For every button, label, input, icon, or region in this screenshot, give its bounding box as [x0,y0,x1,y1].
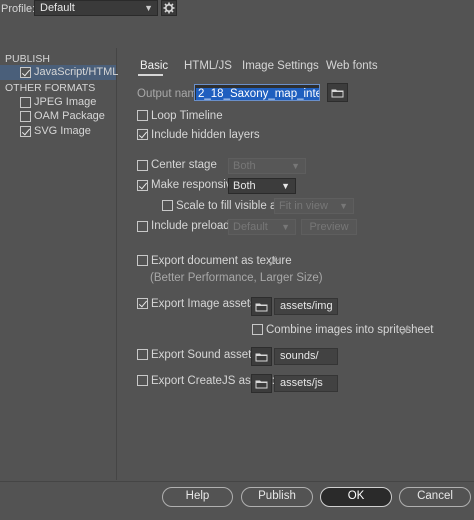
tab-image-settings[interactable]: Image Settings [242,60,319,72]
folder-icon [331,89,344,97]
scale-to-fill-select[interactable]: Fit in view ▼ [274,198,354,214]
include-preloader-checkbox[interactable] [137,221,148,232]
center-stage-label: Center stage [151,159,217,171]
loop-timeline-label: Loop Timeline [151,110,223,122]
output-browse-button[interactable] [327,83,348,102]
sidebar-item-label: JPEG Image [34,96,97,108]
chevron-down-icon: ▼ [291,161,300,171]
tab-basic[interactable]: Basic [140,60,168,72]
include-preloader-label: Include preloader [151,220,240,232]
export-texture-note: (Better Performance, Larger Size) [150,272,323,284]
make-responsive-checkbox[interactable] [137,180,148,191]
chevron-down-icon: ▼ [281,181,290,191]
output-name-value: 2_18_Saxony_map_interactive [196,88,319,100]
include-hidden-layers-label: Include hidden layers [151,129,260,141]
sidebar-item-javascript-html[interactable]: JavaScript/HTML [0,65,119,80]
wrench-icon[interactable] [268,255,280,267]
combine-spritesheet-checkbox[interactable] [252,324,263,335]
profile-settings-button[interactable] [161,0,177,16]
preloader-select[interactable]: Default ▼ [228,219,296,235]
center-stage-checkbox[interactable] [137,160,148,171]
export-createjs-path[interactable]: assets/js [274,375,338,392]
center-stage-select-value: Both [233,160,256,172]
tab-html-js[interactable]: HTML/JS [184,60,232,72]
publish-button[interactable]: Publish [241,487,313,507]
javascript-html-checkbox[interactable] [20,67,31,78]
tab-web-fonts[interactable]: Web fonts [326,60,378,72]
make-responsive-select-value: Both [233,180,256,192]
folder-icon [255,303,268,311]
include-hidden-layers-checkbox[interactable] [137,129,148,140]
sidebar-item-oam[interactable]: OAM Package [0,109,116,124]
export-sounds-path[interactable]: sounds/ [274,348,338,365]
help-button[interactable]: Help [162,487,233,507]
svg-checkbox[interactable] [20,126,31,137]
cancel-button[interactable]: Cancel [399,487,471,507]
export-createjs-checkbox[interactable] [137,375,148,386]
chevron-down-icon: ▼ [144,3,153,13]
preloader-select-value: Default [233,221,268,233]
export-images-checkbox[interactable] [137,298,148,309]
chevron-down-icon: ▼ [281,222,290,232]
profile-select-value: Default [40,2,75,14]
export-sounds-label: Export Sound assets: [151,349,261,361]
export-texture-checkbox[interactable] [137,255,148,266]
chevron-down-icon: ▼ [339,201,348,211]
export-images-browse-button[interactable] [251,297,272,316]
sidebar-item-label: JavaScript/HTML [34,66,119,78]
oam-checkbox[interactable] [20,111,31,122]
export-images-path[interactable]: assets/img [274,298,338,315]
make-responsive-select[interactable]: Both ▼ [228,178,296,194]
sidebar-item-label: OAM Package [34,110,105,122]
center-stage-select[interactable]: Both ▼ [228,158,306,174]
output-name-input[interactable]: 2_18_Saxony_map_interactive [194,84,320,101]
scale-to-fill-select-value: Fit in view [279,200,328,212]
profile-label: Profile: [1,3,36,15]
make-responsive-label: Make responsive [151,179,238,191]
sidebar-item-label: SVG Image [34,125,91,137]
export-createjs-browse-button[interactable] [251,374,272,393]
ok-button[interactable]: OK [320,487,392,507]
sidebar-item-svg[interactable]: SVG Image [0,124,116,139]
export-images-label: Export Image assets: [151,298,260,310]
jpeg-checkbox[interactable] [20,97,31,108]
wrench-icon[interactable] [400,324,412,336]
folder-icon [255,380,268,388]
gear-icon [163,2,175,14]
other-formats-header: OTHER FORMATS [5,82,96,94]
active-tab-indicator [138,74,163,76]
scale-to-fill-checkbox[interactable] [162,200,173,211]
publish-header: PUBLISH [5,53,50,65]
export-sounds-checkbox[interactable] [137,349,148,360]
export-sounds-browse-button[interactable] [251,347,272,366]
preloader-preview-button[interactable]: Preview [301,219,357,235]
loop-timeline-checkbox[interactable] [137,110,148,121]
profile-select[interactable]: Default ▼ [34,0,158,16]
sidebar-item-jpeg[interactable]: JPEG Image [0,95,116,110]
folder-icon [255,353,268,361]
